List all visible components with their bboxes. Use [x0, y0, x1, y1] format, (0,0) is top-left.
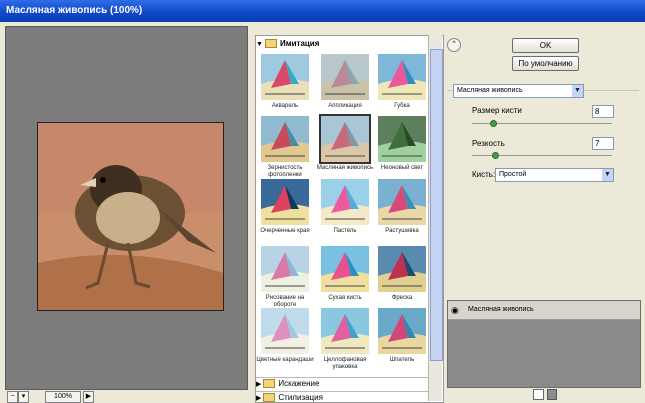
eye-icon[interactable]: ◉: [451, 305, 461, 315]
zoom-dropdown-arrow[interactable]: ▾: [18, 391, 29, 403]
brush-size-label: Размер кисти: [472, 106, 522, 115]
scrollbar-thumb[interactable]: [430, 49, 443, 361]
folder-icon: [264, 39, 277, 49]
filter-thumb-label[interactable]: Шпатель: [371, 357, 433, 364]
brush-size-input[interactable]: 8: [592, 105, 614, 118]
ok-button[interactable]: OK: [512, 38, 579, 53]
double-chevron-up-icon[interactable]: ⌃: [447, 38, 461, 52]
effect-layers-panel: ◉ Масляная живопись: [447, 300, 641, 388]
effect-layer-label: Масляная живопись: [468, 306, 534, 313]
category-stylize[interactable]: ▶ Стилизация: [256, 391, 436, 402]
gallery-scrollbar[interactable]: [428, 35, 443, 401]
folder-icon: [263, 393, 276, 402]
zoom-bar: − ▾ 100% ▶: [5, 390, 246, 403]
filter-thumb-label[interactable]: Неоновый свет: [371, 165, 433, 172]
filter-thumb-label[interactable]: Цветные карандаши: [256, 357, 316, 364]
filter-thumb[interactable]: [321, 54, 369, 100]
window-title: Масляная живопись (100%): [6, 5, 143, 16]
chevron-right-icon: ▶: [256, 395, 262, 402]
filter-thumb[interactable]: [378, 246, 426, 292]
filter-thumb[interactable]: [261, 116, 309, 162]
brush-size-knob[interactable]: [490, 120, 497, 127]
sharpness-label: Резкость: [472, 139, 505, 148]
preview-image: [37, 122, 224, 311]
filter-thumb-label[interactable]: Пастель: [314, 228, 376, 235]
chevron-down-icon: ▼: [572, 85, 583, 97]
filter-thumb[interactable]: [261, 179, 309, 225]
filter-thumb[interactable]: [261, 54, 309, 100]
filter-thumb[interactable]: [261, 246, 309, 292]
filter-thumb-label[interactable]: Зернистость фотопленки: [256, 165, 316, 179]
filter-gallery: ▼ Имитация Акварель Аппликация Губка Зернист…: [255, 35, 444, 403]
default-button[interactable]: По умолчанию: [512, 56, 579, 71]
folder-icon: [263, 379, 276, 389]
effect-layer-row[interactable]: ◉ Масляная живопись: [448, 301, 640, 320]
category-distort[interactable]: ▶ Искажение: [256, 377, 436, 390]
filter-gallery-window: Масляная живопись (100%) − ▾ 100% ▶ ▼ Им…: [0, 0, 645, 403]
category-label: Искажение: [278, 379, 320, 388]
brush-type-value: Простой: [499, 171, 527, 178]
zoom-out-button[interactable]: −: [7, 391, 18, 403]
filter-thumb-label[interactable]: Аппликация: [314, 103, 376, 110]
sharpness-input[interactable]: 7: [592, 137, 614, 150]
brush-type-label: Кисть:: [472, 170, 496, 179]
zoom-in-button[interactable]: ▶: [83, 391, 94, 403]
brush-type-select[interactable]: Простой ▼: [495, 168, 614, 182]
trash-icon[interactable]: [547, 389, 557, 400]
preview-area[interactable]: [5, 26, 248, 390]
chevron-down-icon: ▼: [256, 41, 263, 48]
filter-thumb-label[interactable]: Сухая кисть: [314, 295, 376, 302]
chevron-down-icon: ▼: [602, 169, 613, 181]
filter-thumb-label[interactable]: Рисование на обороте: [256, 295, 316, 309]
filter-select-value: Масляная живопись: [457, 87, 523, 94]
zoom-level[interactable]: 100%: [45, 391, 81, 403]
filter-thumb[interactable]: [321, 308, 369, 354]
filter-thumb[interactable]: [319, 114, 371, 164]
filter-thumb[interactable]: [261, 308, 309, 354]
filter-thumb[interactable]: [378, 179, 426, 225]
filter-thumb-label[interactable]: Очерченные края: [256, 228, 316, 235]
new-layer-icon[interactable]: [533, 389, 544, 400]
filter-thumb-label[interactable]: Акварель: [256, 103, 316, 110]
filter-thumb-label[interactable]: Фреска: [371, 295, 433, 302]
title-bar: Масляная живопись (100%): [0, 0, 645, 22]
category-label: Стилизация: [278, 393, 323, 402]
chevron-right-icon: ▶: [256, 381, 262, 388]
filter-select[interactable]: Масляная живопись ▼: [453, 84, 584, 98]
filter-thumb-label[interactable]: Целлофановая упаковка: [314, 357, 376, 371]
category-label: Имитация: [279, 39, 320, 48]
filter-thumb-label[interactable]: Растушевка: [371, 228, 433, 235]
filter-thumb[interactable]: [378, 116, 426, 162]
filter-thumb[interactable]: [321, 246, 369, 292]
filter-thumb[interactable]: [378, 54, 426, 100]
filter-thumb-label[interactable]: Масляная живопись: [314, 165, 376, 172]
sharpness-knob[interactable]: [492, 152, 499, 159]
category-imitation[interactable]: ▼ Имитация: [256, 38, 319, 50]
filter-thumb[interactable]: [321, 179, 369, 225]
filter-thumb-label[interactable]: Губка: [371, 103, 433, 110]
filter-thumb[interactable]: [378, 308, 426, 354]
